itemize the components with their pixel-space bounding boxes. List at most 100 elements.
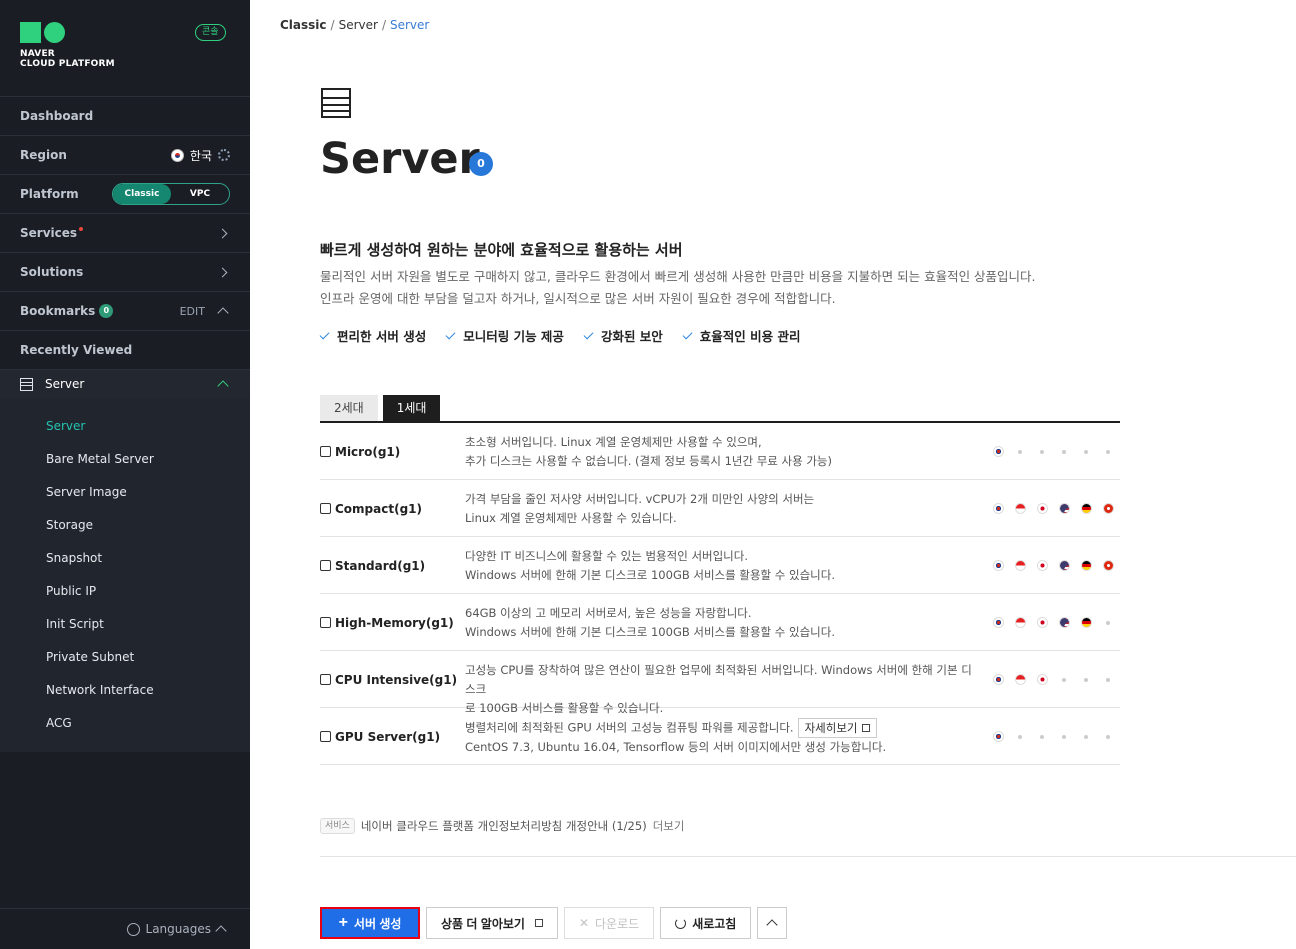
server-type-icon xyxy=(320,731,331,742)
platform-option-classic[interactable]: Classic xyxy=(113,184,171,204)
product-description: 초소형 서버입니다. Linux 계열 운영체제만 사용할 수 있으며, 추가 디… xyxy=(465,433,980,471)
logo-mark xyxy=(20,22,115,43)
submenu-server-image[interactable]: Server Image xyxy=(46,485,127,499)
product-name-label: Standard(g1) xyxy=(335,558,426,573)
nav-bookmarks[interactable]: Bookmarks 0 EDIT xyxy=(0,291,250,330)
server-icon xyxy=(20,377,33,391)
nav-services[interactable]: Services xyxy=(0,213,250,252)
external-link-icon xyxy=(861,724,870,732)
unavailable-dot-icon xyxy=(1018,449,1022,454)
feature-label: 모니터링 기능 제공 xyxy=(463,329,564,344)
product-description-line: 가격 부담을 줄인 저사양 서버입니다. vCPU가 2개 미만인 사양의 서버… xyxy=(465,490,980,509)
submenu-public-ip[interactable]: Public IP xyxy=(46,584,96,598)
jp-flag-icon xyxy=(1036,560,1048,571)
product-row[interactable]: Compact(g1) 가격 부담을 줄인 저사양 서버입니다. vCPU가 2개… xyxy=(320,480,1120,537)
page-title: Server xyxy=(320,134,480,184)
platform-option-vpc[interactable]: VPC xyxy=(171,184,229,204)
breadcrumb-server-category[interactable]: Server xyxy=(339,18,378,32)
nav-recently-viewed[interactable]: Recently Viewed xyxy=(0,330,250,369)
product-description-text: 다양한 IT 비즈니스에 활용할 수 있는 범용적인 서버입니다. xyxy=(465,549,748,563)
breadcrumb-separator: / xyxy=(381,18,386,32)
feature-item: 편리한 서버 생성 xyxy=(319,326,427,345)
breadcrumb: Classic / Server / Server xyxy=(280,18,429,32)
submenu-server[interactable]: Server xyxy=(46,419,85,433)
breadcrumb-classic[interactable]: Classic xyxy=(280,18,327,32)
region-availability xyxy=(987,423,1119,480)
submenu-network-interface[interactable]: Network Interface xyxy=(46,683,154,697)
server-icon xyxy=(321,88,351,118)
submenu-snapshot[interactable]: Snapshot xyxy=(46,551,102,565)
plus-icon: + xyxy=(338,914,348,931)
region-cell xyxy=(1097,677,1119,682)
unavailable-dot-icon xyxy=(1106,677,1110,682)
sg-flag-icon xyxy=(1014,560,1026,571)
submenu-storage[interactable]: Storage xyxy=(46,518,93,532)
scroll-up-button[interactable] xyxy=(757,907,788,939)
region-cell xyxy=(1031,734,1053,739)
product-description-text: Windows 서버에 한해 기본 디스크로 100GB 서비스를 활용할 수 … xyxy=(465,625,835,639)
nav-dashboard[interactable]: Dashboard xyxy=(0,96,250,135)
feature-label: 강화된 보안 xyxy=(600,329,663,344)
tab-gen2[interactable]: 2세대 xyxy=(320,395,378,421)
platform-toggle[interactable]: Classic VPC xyxy=(112,183,230,205)
languages-label: Languages xyxy=(145,922,211,936)
console-badge[interactable]: 콘솔 xyxy=(195,24,226,41)
unavailable-dot-icon xyxy=(1062,734,1066,739)
refresh-button[interactable]: 새로고침 xyxy=(660,907,752,939)
feature-label: 편리한 서버 생성 xyxy=(337,329,427,344)
submenu-bare-metal-server[interactable]: Bare Metal Server xyxy=(46,452,154,466)
unavailable-dot-icon xyxy=(1040,449,1044,454)
product-row[interactable]: CPU Intensive(g1) 고성능 CPU를 장착하여 많은 연산이 필요… xyxy=(320,651,1120,715)
gear-icon[interactable] xyxy=(218,149,230,161)
chevron-right-icon xyxy=(217,267,228,277)
languages-button[interactable]: Languages xyxy=(126,922,228,937)
region-cell xyxy=(1053,560,1075,571)
product-row[interactable]: Micro(g1) 초소형 서버입니다. Linux 계열 운영체제만 사용할 수… xyxy=(320,423,1120,480)
download-button[interactable]: ✕ 다운로드 xyxy=(563,907,655,939)
notice-more-link[interactable]: 더보기 xyxy=(653,818,685,834)
download-label: 다운로드 xyxy=(595,916,640,931)
product-description-line: 64GB 이상의 고 메모리 서버로서, 높은 성능을 자랑합니다. xyxy=(465,604,980,623)
submenu-acg[interactable]: ACG xyxy=(46,716,72,730)
learn-more-button[interactable]: 상품 더 알아보기 xyxy=(426,907,558,939)
chevron-up-icon xyxy=(766,919,779,931)
product-description-line: Linux 계열 운영체제만 사용할 수 있습니다. xyxy=(465,509,980,528)
tab-gen1[interactable]: 1세대 xyxy=(382,395,441,421)
naver-cloud-logo[interactable]: NAVER CLOUD PLATFORM xyxy=(20,22,115,69)
region-cell xyxy=(1097,620,1119,625)
logo-line-1: NAVER xyxy=(20,49,55,59)
submenu-init-script[interactable]: Init Script xyxy=(46,617,104,631)
product-row[interactable]: GPU Server(g1) 병렬처리에 최적화된 GPU 서버의 고성능 컴퓨팅… xyxy=(320,708,1120,765)
region-cell xyxy=(987,446,1009,457)
region-cell xyxy=(987,617,1009,628)
jp-flag-icon xyxy=(1036,503,1048,514)
nav-region[interactable]: Region 한국 xyxy=(0,135,250,174)
feature-label: 효율적인 비용 관리 xyxy=(699,329,801,344)
region-cell xyxy=(1009,734,1031,739)
product-name: Compact(g1) xyxy=(320,480,422,537)
details-button[interactable]: 자세히보기 xyxy=(797,718,877,738)
download-icon: ✕ xyxy=(578,916,590,930)
nav-server-section[interactable]: Server xyxy=(0,369,250,398)
create-server-button[interactable]: + 서버 생성 xyxy=(320,907,420,939)
notice-text[interactable]: 네이버 클라우드 플랫폼 개인정보처리방침 개정안내 (1/25) xyxy=(361,818,647,834)
region-cell xyxy=(1009,617,1031,628)
product-row[interactable]: High-Memory(g1) 64GB 이상의 고 메모리 서버로서, 높은 성… xyxy=(320,594,1120,651)
region-cell xyxy=(1075,560,1097,571)
chevron-right-icon xyxy=(217,228,228,238)
product-description-line: 추가 디스크는 사용할 수 없습니다. (결제 정보 등록시 1년간 무료 사용… xyxy=(465,452,980,471)
unavailable-dot-icon xyxy=(1018,734,1022,739)
product-description-text: 추가 디스크는 사용할 수 없습니다. (결제 정보 등록시 1년간 무료 사용… xyxy=(465,454,832,468)
nav-dashboard-label: Dashboard xyxy=(20,109,94,123)
bookmarks-count-badge: 0 xyxy=(99,304,114,318)
app-root: NAVER CLOUD PLATFORM 콘솔 Dashboard Region… xyxy=(0,0,1296,949)
generation-tabs: 2세대 1세대 xyxy=(320,395,441,421)
bookmarks-edit-link[interactable]: EDIT xyxy=(180,305,205,318)
chevron-up-icon xyxy=(215,925,227,937)
chevron-up-icon[interactable] xyxy=(217,307,229,319)
product-description-text: 병렬처리에 최적화된 GPU 서버의 고성능 컴퓨팅 파워를 제공합니다. xyxy=(465,720,794,735)
nav-solutions[interactable]: Solutions xyxy=(0,252,250,291)
us-flag-icon xyxy=(1058,560,1070,571)
product-row[interactable]: Standard(g1) 다양한 IT 비즈니스에 활용할 수 있는 범용적인 서… xyxy=(320,537,1120,594)
submenu-private-subnet[interactable]: Private Subnet xyxy=(46,650,134,664)
